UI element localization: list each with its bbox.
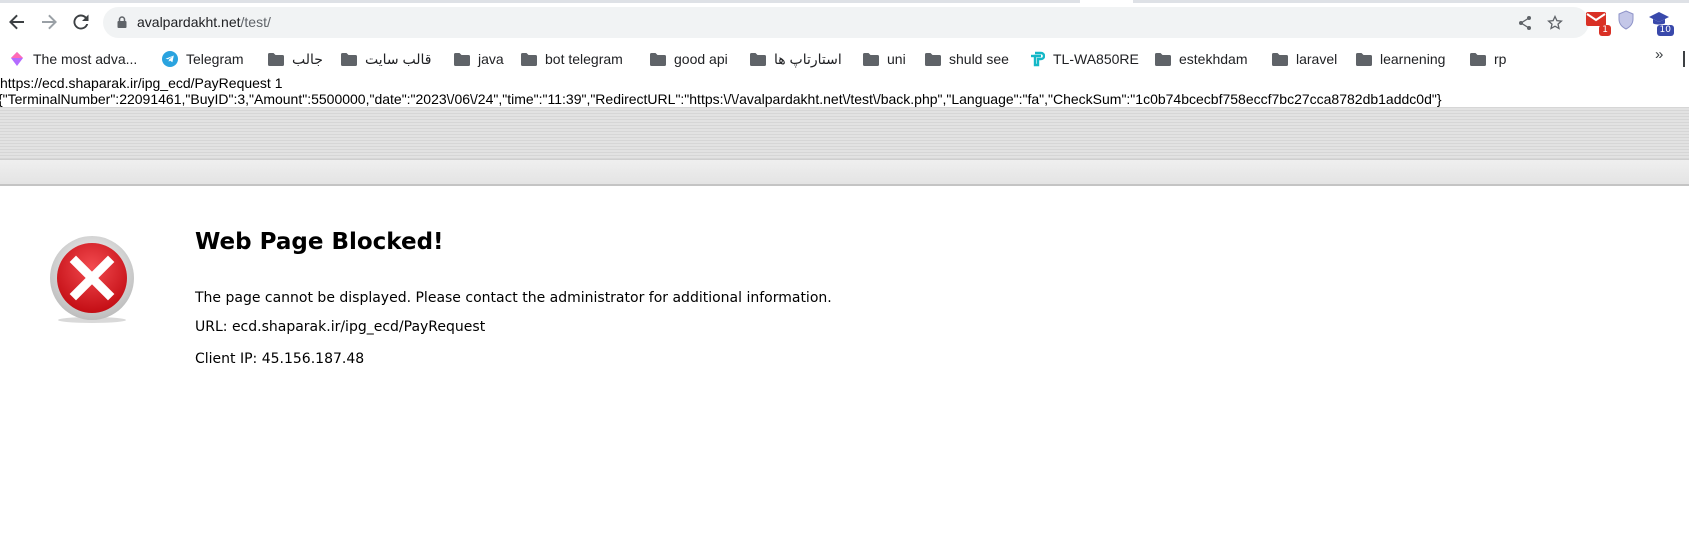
address-bar[interactable]: avalpardakht.net/test/: [103, 7, 1589, 38]
bookmark-label: قالب سایت: [365, 50, 432, 67]
bookmark-label: bot telegram: [545, 51, 623, 67]
bookmark-folder[interactable]: rp: [1470, 48, 1506, 70]
arrow-right-icon: [42, 14, 57, 30]
folder-icon: [341, 52, 357, 66]
gmail-badge: 1: [1599, 25, 1611, 36]
url-host: avalpardakht.net: [137, 14, 241, 30]
bookmarks-bar: The most adva... Telegram جالب قالب سایت…: [0, 44, 1689, 75]
lock-icon: [117, 16, 127, 28]
bookmark-folder[interactable]: java: [454, 48, 504, 70]
block-page-header-bar: [0, 159, 1689, 186]
shield-extension-button[interactable]: [1617, 10, 1641, 34]
back-button[interactable]: [3, 8, 31, 36]
arrow-left-icon: [9, 14, 24, 30]
echo-line-request-url: https://ecd.shaparak.ir/ipg_ecd/PayReque…: [0, 75, 283, 91]
reload-button[interactable]: [67, 8, 95, 36]
blocked-url: URL: ecd.shaparak.ir/ipg_ecd/PayRequest: [195, 319, 486, 335]
telegram-icon: [162, 51, 178, 67]
share-button[interactable]: [1515, 13, 1535, 33]
bookmarks-separator: [1683, 51, 1685, 67]
error-x-icon: [50, 236, 134, 323]
graduation-badge: 10: [1656, 25, 1674, 36]
bookmark-folder[interactable]: shuld see: [925, 48, 1009, 70]
bookmark-label: استارتاپ ها: [774, 50, 842, 67]
bookmark-label: laravel: [1296, 51, 1338, 67]
gmail-extension-button[interactable]: 1: [1585, 10, 1611, 36]
bookmark-label: learnening: [1380, 51, 1446, 67]
bookmark-item[interactable]: The most adva...: [9, 48, 137, 70]
folder-icon: [1155, 52, 1171, 66]
graduation-extension-button[interactable]: 10: [1648, 10, 1674, 36]
bookmark-folder[interactable]: bot telegram: [521, 48, 623, 70]
browser-toolbar: avalpardakht.net/test/ 1 10: [0, 0, 1689, 44]
tab-strip-segment: [1133, 0, 1689, 3]
diamond-icon: [11, 52, 23, 66]
bookmark-folder[interactable]: learnening: [1356, 48, 1445, 70]
bookmark-folder[interactable]: uni: [863, 48, 906, 70]
bookmark-star-button[interactable]: [1545, 13, 1565, 33]
bookmark-label: جالب: [292, 50, 323, 67]
folder-icon: [863, 52, 879, 66]
tab-strip-segment: [0, 0, 1080, 3]
url-path: /test/: [240, 14, 271, 30]
bookmark-label: Telegram: [186, 51, 244, 67]
bookmark-item[interactable]: Telegram: [162, 48, 244, 70]
address-url: avalpardakht.net/test/: [137, 14, 271, 30]
share-icon: [1519, 16, 1531, 30]
shield-icon: [1618, 10, 1634, 30]
bookmarks-overflow-button[interactable]: »: [1655, 46, 1663, 63]
folder-icon: [750, 52, 766, 66]
bookmark-folder[interactable]: laravel: [1272, 48, 1337, 70]
folder-icon: [1470, 52, 1486, 66]
folder-icon: [1272, 52, 1288, 66]
bookmark-label: good api: [674, 51, 728, 67]
star-icon: [1547, 15, 1563, 30]
bookmark-label: estekhdam: [1179, 51, 1248, 67]
bookmark-folder[interactable]: estekhdam: [1155, 48, 1247, 70]
bookmark-folder[interactable]: قالب سایت: [341, 48, 432, 70]
folder-icon: [521, 52, 537, 66]
tab-strip-edge: [0, 0, 1689, 3]
bookmark-label: uni: [887, 51, 906, 67]
bookmark-folder[interactable]: good api: [650, 48, 728, 70]
folder-icon: [454, 52, 470, 66]
bookmark-label: The most adva...: [33, 51, 138, 67]
bookmark-folder[interactable]: جالب: [268, 48, 323, 70]
folder-icon: [268, 52, 284, 66]
bookmark-item[interactable]: TL-WA850RE: [1029, 48, 1139, 70]
reload-icon: [73, 14, 89, 30]
block-page-header-band: [0, 107, 1689, 159]
bookmark-label: shuld see: [949, 51, 1009, 67]
bookmark-label: rp: [1494, 51, 1507, 67]
bookmark-label: java: [478, 51, 504, 67]
folder-icon: [925, 52, 941, 66]
page-title: Web Page Blocked!: [195, 229, 444, 255]
bookmark-label: TL-WA850RE: [1053, 51, 1139, 67]
block-message: The page cannot be displayed. Please con…: [195, 290, 832, 306]
forward-button[interactable]: [35, 8, 63, 36]
echo-line-json-payload: {"TerminalNumber":22091461,"BuyID":3,"Am…: [0, 91, 1442, 107]
tplink-icon: [1031, 51, 1045, 67]
folder-icon: [650, 52, 666, 66]
bookmark-folder[interactable]: استارتاپ ها: [750, 48, 842, 70]
client-ip: Client IP: 45.156.187.48: [195, 351, 365, 367]
folder-icon: [1356, 52, 1372, 66]
